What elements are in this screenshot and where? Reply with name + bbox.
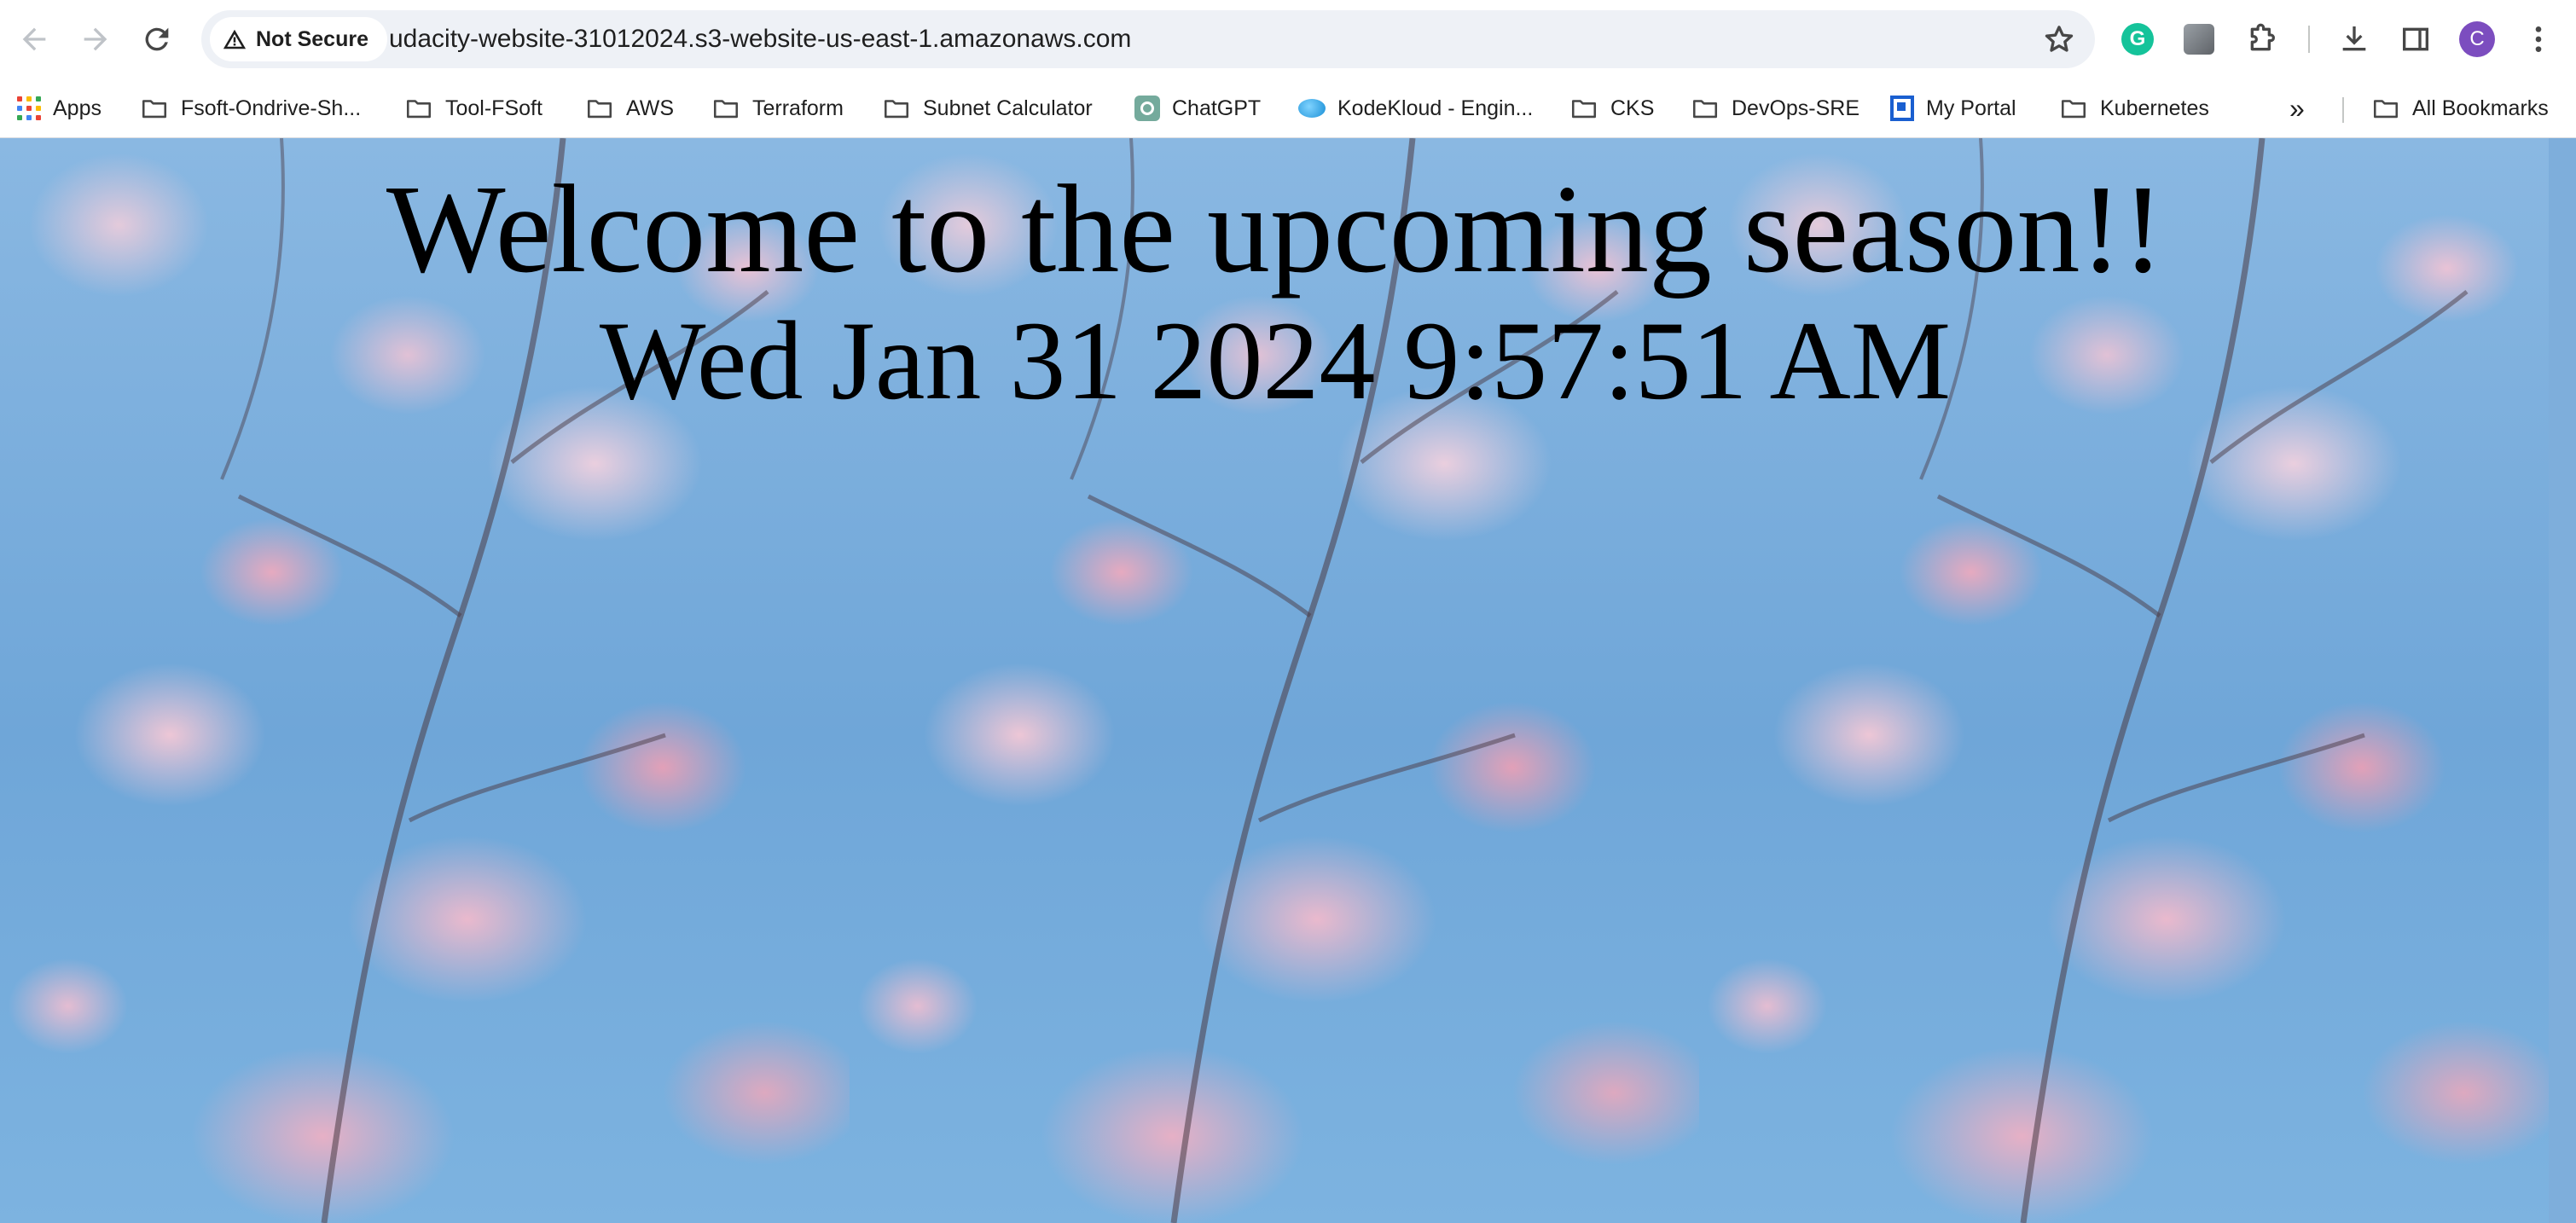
bookmark-label: KodeKloud - Engin... — [1337, 96, 1534, 120]
reload-button[interactable] — [128, 10, 186, 68]
bookmarks-divider — [2342, 97, 2344, 123]
bookmark-my-portal[interactable]: My Portal — [1890, 86, 2016, 130]
bookmark-label: Kubernetes — [2100, 96, 2209, 120]
bookmark-label: My Portal — [1926, 96, 2016, 120]
folder-icon — [1692, 100, 1718, 119]
bookmark-label: Apps — [53, 96, 102, 120]
bookmark-label: ChatGPT — [1172, 96, 1262, 120]
side-panel-icon — [2403, 27, 2428, 51]
folder-icon — [142, 100, 167, 119]
reload-icon — [145, 27, 169, 51]
bookmark-label: Tool-FSoft — [445, 96, 542, 120]
bookmark-folder-tool-fsoft[interactable]: Tool-FSoft — [404, 86, 542, 130]
folder-icon — [2061, 100, 2086, 119]
forward-icon — [84, 27, 107, 51]
toolbar-divider — [2308, 26, 2310, 53]
security-label: Not Secure — [256, 26, 368, 51]
kodekloud-icon — [1298, 99, 1326, 118]
bookmark-label: DevOps-SRE — [1732, 96, 1860, 120]
bookmark-folder-cks[interactable]: CKS — [1569, 86, 1654, 130]
grammarly-extension-button[interactable]: G — [2110, 12, 2165, 67]
bookmark-folder-devops-sre[interactable]: DevOps-SRE — [1691, 86, 1859, 130]
profile-button[interactable]: C — [2450, 12, 2504, 67]
avatar: C — [2459, 21, 2495, 57]
chevron-double-right-icon: » — [2289, 92, 2305, 124]
security-chip[interactable]: Not Secure — [210, 17, 387, 61]
all-bookmarks-label: All Bookmarks — [2412, 96, 2549, 120]
folder-icon — [2373, 100, 2399, 119]
apps-icon — [17, 96, 41, 120]
downloads-button[interactable] — [2327, 12, 2382, 67]
bookmark-label: AWS — [626, 96, 675, 120]
bookmark-folder-terraform[interactable]: Terraform — [711, 86, 844, 130]
bookmarks-bar: Apps Fsoft-Ondrive-Sh... Tool-FSoft AWS … — [0, 78, 2576, 138]
extension-icon — [2184, 24, 2214, 55]
bookmark-label: CKS — [1610, 96, 1655, 120]
bookmark-label: Terraform — [752, 96, 844, 120]
bookmark-label: Fsoft-Ondrive-Sh... — [181, 96, 362, 120]
star-icon[interactable] — [2042, 22, 2076, 56]
folder-icon — [587, 100, 612, 119]
current-datetime: Wed Jan 31 2024 9:57:51 AM — [599, 298, 1952, 423]
back-icon — [22, 27, 46, 51]
bookmark-chatgpt[interactable]: ChatGPT — [1134, 86, 1261, 130]
folder-icon — [713, 100, 739, 119]
back-button[interactable] — [5, 10, 63, 68]
bookmark-folder-fsoft-ondrive[interactable]: Fsoft-Ondrive-Sh... — [140, 86, 361, 130]
extensions-puzzle-icon — [2250, 23, 2275, 51]
bookmark-folder-kubernetes[interactable]: Kubernetes — [2059, 86, 2209, 130]
side-panel-button[interactable] — [2388, 12, 2443, 67]
bookmark-kodekloud[interactable]: KodeKloud - Engin... — [1298, 86, 1533, 130]
bookmark-folder-subnet-calculator[interactable]: Subnet Calculator — [882, 86, 1093, 130]
folder-icon — [1571, 100, 1597, 119]
bookmark-label: Subnet Calculator — [923, 96, 1093, 120]
forward-button[interactable] — [67, 10, 125, 68]
extensions-button[interactable] — [2235, 12, 2289, 67]
bookmark-apps[interactable]: Apps — [17, 86, 102, 130]
folder-icon — [406, 100, 432, 119]
address-bar[interactable]: Not Secure udacity-website-31012024.s3-w… — [201, 10, 2095, 68]
all-bookmarks-button[interactable]: All Bookmarks — [2371, 86, 2549, 130]
chatgpt-icon — [1134, 96, 1160, 121]
browser-toolbar: Not Secure udacity-website-31012024.s3-w… — [0, 0, 2576, 78]
warning-icon — [223, 29, 247, 49]
bookmark-folder-aws[interactable]: AWS — [585, 86, 674, 130]
menu-button[interactable] — [2511, 12, 2566, 67]
grammarly-extension-icon: G — [2121, 23, 2154, 55]
folder-icon — [884, 100, 909, 119]
portal-icon — [1890, 96, 1914, 121]
download-icon — [2342, 26, 2366, 51]
page-heading: Welcome to the upcoming season!! — [386, 159, 2165, 299]
bookmarks-overflow-button[interactable]: » — [2289, 86, 2305, 130]
extension-button[interactable] — [2172, 12, 2226, 67]
web-page: Welcome to the upcoming season!! Wed Jan… — [0, 138, 2576, 1223]
more-icon — [2535, 26, 2542, 52]
url-text[interactable]: udacity-website-31012024.s3-website-us-e… — [389, 10, 1131, 68]
